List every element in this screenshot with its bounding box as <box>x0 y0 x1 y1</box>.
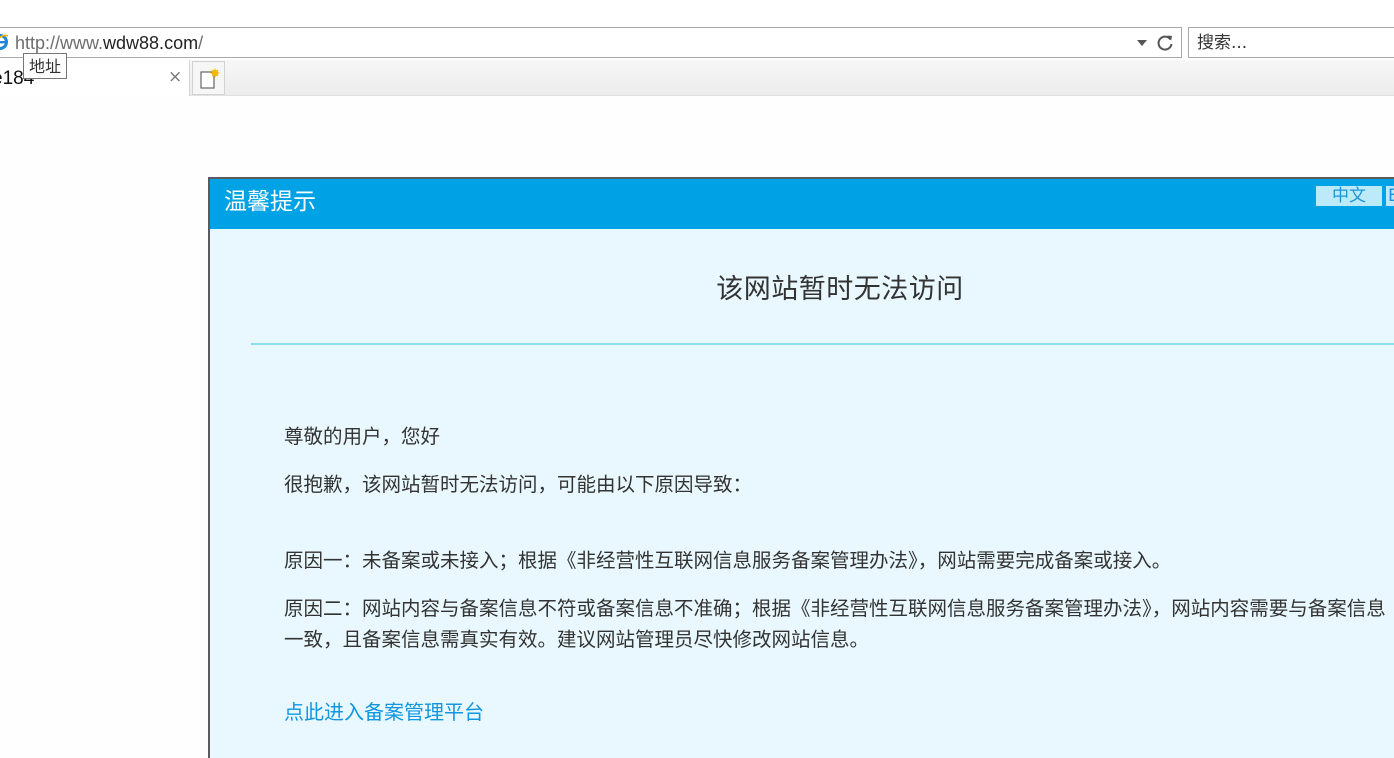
refresh-icon[interactable] <box>1155 33 1175 53</box>
new-tab-button[interactable] <box>192 61 225 95</box>
browser-toolbar: http://www.wdw88.com/ e184 × <box>0 0 1394 96</box>
search-box[interactable] <box>1188 27 1394 58</box>
language-chinese-button[interactable]: 中文 <box>1316 186 1382 206</box>
greeting-text: 尊敬的用户，您好 <box>284 425 441 448</box>
divider <box>251 343 1394 345</box>
reason-two-text: 原因二：网站内容与备案信息不符或备案信息不准确；根据《非经营性互联网信息服务备案… <box>284 597 1386 651</box>
language-english-button[interactable]: E <box>1386 186 1394 206</box>
notice-dialog: 温馨提示 中文 E 该网站暂时无法访问 尊敬的用户，您好 很抱歉，该网站暂时无法… <box>208 177 1394 758</box>
address-bar[interactable]: http://www.wdw88.com/ <box>0 27 1182 58</box>
tab-strip: e184 × <box>0 60 1394 96</box>
apology-text: 很抱歉，该网站暂时无法访问，可能由以下原因导致： <box>284 473 753 496</box>
url-prefix: http://www. <box>15 33 104 53</box>
search-input[interactable] <box>1197 32 1387 54</box>
address-tooltip: 地址 <box>23 53 68 79</box>
main-heading: 该网站暂时无法访问 <box>716 274 964 305</box>
ie-logo-icon <box>0 34 9 50</box>
url-text[interactable]: http://www.wdw88.com/ <box>15 33 203 54</box>
url-host: wdw88.com <box>103 33 199 53</box>
filing-platform-link[interactable]: 点此进入备案管理平台 <box>284 697 484 728</box>
browser-window: http://www.wdw88.com/ e184 × <box>0 0 1394 758</box>
url-suffix: / <box>198 33 204 53</box>
dialog-header: 温馨提示 中文 E <box>210 179 1394 229</box>
tab-close-icon[interactable]: × <box>168 67 182 87</box>
new-tab-icon <box>200 68 220 89</box>
dialog-title: 温馨提示 <box>224 189 316 215</box>
address-dropdown-icon[interactable] <box>1137 40 1147 46</box>
reason-one-text: 原因一：未备案或未接入；根据《非经营性互联网信息服务备案管理办法》，网站需要完成… <box>284 549 1172 572</box>
